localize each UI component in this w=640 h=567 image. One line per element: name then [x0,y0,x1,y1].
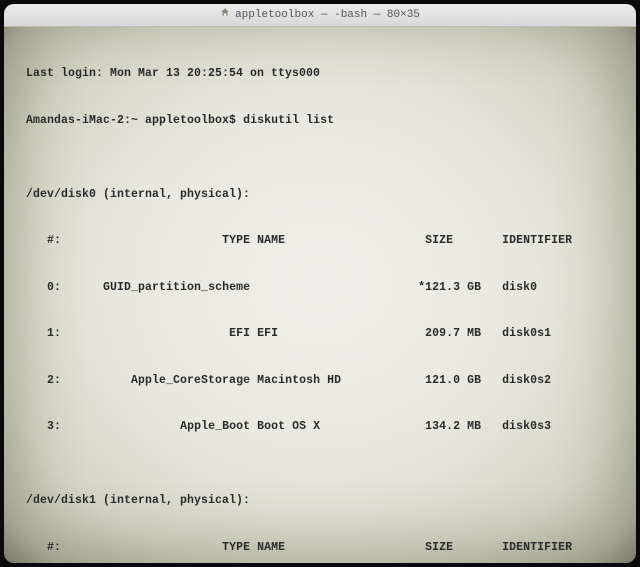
table-row: 1: EFI EFI 209.7 MB disk0s1 [26,326,622,342]
command-text: diskutil list [243,113,334,129]
window-title: appletoolbox — -bash — 80×35 [235,8,420,23]
disk-header: /dev/disk0 (internal, physical): [26,187,622,203]
table-row: 3: Apple_Boot Boot OS X 134.2 MB disk0s3 [26,419,622,435]
home-icon [220,7,230,23]
terminal-content[interactable]: Last login: Mon Mar 13 20:25:54 on ttys0… [4,27,636,563]
column-headers: #: TYPE NAME SIZE IDENTIFIER [26,540,622,556]
column-headers: #: TYPE NAME SIZE IDENTIFIER [26,233,622,249]
disk-header: /dev/disk1 (internal, physical): [26,493,622,509]
table-row: 2: Apple_CoreStorage Macintosh HD 121.0 … [26,373,622,389]
prompt: Amandas-iMac-2: [26,113,131,129]
command-line: Amandas-iMac-2:~ appletoolbox$ diskutil … [26,113,622,129]
table-row: 0: GUID_partition_scheme *121.3 GB disk0 [26,280,622,296]
window-titlebar[interactable]: appletoolbox — -bash — 80×35 [4,4,636,27]
last-login-line: Last login: Mon Mar 13 20:25:54 on ttys0… [26,66,622,82]
terminal-window: appletoolbox — -bash — 80×35 Last login:… [4,4,636,563]
